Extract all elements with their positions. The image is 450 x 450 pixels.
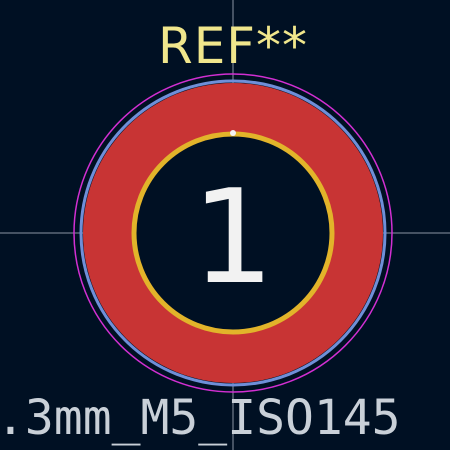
- reference-designator[interactable]: REF**: [158, 17, 308, 75]
- footprint-view[interactable]: REF** 1 .3mm_M5_ISO145: [0, 0, 450, 450]
- pad-number: 1: [192, 161, 275, 313]
- pcb-footprint-editor-canvas[interactable]: REF** 1 .3mm_M5_ISO145: [0, 0, 450, 450]
- pad-anchor-marker: [230, 130, 236, 136]
- footprint-value-label[interactable]: .3mm_M5_ISO145: [0, 390, 401, 446]
